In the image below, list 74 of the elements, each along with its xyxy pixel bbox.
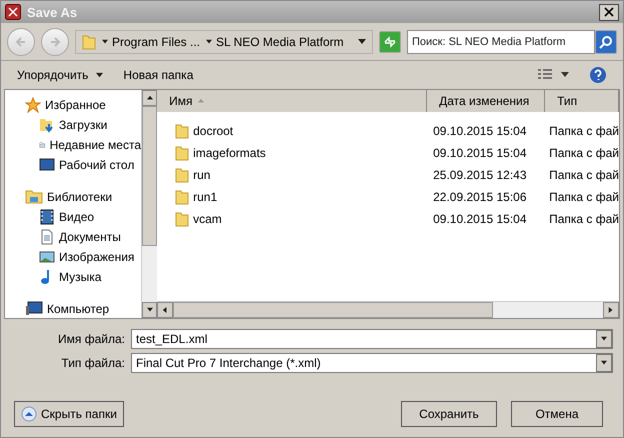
folder-icon [175, 123, 190, 139]
sort-arrow-icon [198, 98, 204, 104]
file-row[interactable]: run1 22.09.2015 15:06 Папка с фай [157, 186, 619, 208]
library-folder-icon [25, 189, 43, 205]
new-folder-button[interactable]: Новая папка [123, 66, 194, 84]
breadcrumb[interactable]: Program Files ... [102, 34, 200, 48]
caret-icon [358, 38, 366, 46]
dialog-button[interactable]: Отмена [511, 401, 603, 427]
combo-field[interactable]: test_EDL.xml [131, 329, 613, 349]
caret-icon [206, 38, 212, 44]
caret-icon [102, 38, 108, 44]
nav-item[interactable]: Видео [25, 208, 141, 226]
nav-item[interactable]: Изображения [25, 248, 141, 266]
dropdown-button[interactable] [596, 330, 612, 348]
caret-icon [601, 336, 607, 342]
field-label: Тип файла: [60, 356, 125, 370]
breadcrumb[interactable]: SL NEO Media Platform [206, 34, 344, 48]
refresh-icon [383, 36, 397, 48]
folder-icon [175, 145, 190, 161]
collapse-icon [21, 406, 37, 422]
combo-field[interactable]: Final Cut Pro 7 Interchange (*.xml) [131, 353, 613, 373]
folder-icon [175, 211, 190, 227]
file-row[interactable]: run 25.09.2015 12:43 Папка с фай [157, 164, 619, 186]
hide-folders-button[interactable]: Скрыть папки [14, 401, 124, 427]
nav-item[interactable]: Недавние места [25, 136, 141, 154]
film-icon [39, 209, 55, 225]
dialog-button[interactable]: Сохранить [401, 401, 497, 427]
computer-icon [25, 301, 43, 317]
organize-menu[interactable]: Упорядочить [17, 66, 104, 84]
nav-group[interactable]: Избранное [25, 96, 141, 114]
folder-icon [82, 34, 96, 50]
column-header[interactable]: Тип [545, 90, 619, 112]
folder-icon [175, 167, 190, 183]
search-button[interactable] [595, 30, 617, 54]
caret-icon [601, 360, 607, 366]
horizontal-scrollbar[interactable] [157, 301, 619, 318]
vertical-scrollbar[interactable] [141, 90, 158, 318]
file-row[interactable]: docroot 09.10.2015 15:04 Папка с фай [157, 120, 619, 142]
nav-item[interactable]: Музыка [25, 268, 141, 286]
app-icon [5, 4, 21, 20]
close-icon [604, 7, 614, 17]
address-bar[interactable]: Program Files ... SL NEO Media Platform [75, 30, 373, 54]
caret-icon [96, 72, 104, 78]
window-title: Save As [27, 4, 78, 20]
file-row[interactable]: imageformats 09.10.2015 15:04 Папка с фай [157, 142, 619, 164]
search-field[interactable]: Поиск: SL NEO Media Platform [407, 30, 595, 54]
nav-group[interactable]: Библиотеки [25, 188, 141, 206]
arrow-right-icon [608, 307, 614, 313]
picture-icon [39, 249, 55, 265]
nav-item[interactable]: Загрузки [25, 116, 141, 134]
search-icon [599, 34, 613, 48]
dropdown-button[interactable] [596, 354, 612, 372]
download-folder-icon [39, 117, 55, 133]
caret-icon[interactable] [561, 72, 569, 78]
help-icon[interactable] [589, 66, 607, 84]
nav-item[interactable]: Документы [25, 228, 141, 246]
arrow-down-icon [146, 307, 153, 313]
forward-arrow-icon [49, 36, 61, 48]
close-button[interactable] [599, 4, 619, 20]
document-icon [39, 229, 55, 245]
nav-group[interactable]: Компьютер [25, 300, 141, 318]
nav-item[interactable]: Рабочий стол [25, 156, 141, 174]
arrow-left-icon [162, 307, 168, 313]
field-label: Имя файла: [57, 332, 125, 346]
arrow-up-icon [146, 95, 153, 101]
view-list-icon[interactable] [537, 69, 553, 81]
desktop-icon [39, 157, 55, 173]
column-header[interactable]: Имя [157, 90, 428, 112]
back-arrow-icon [15, 36, 27, 48]
folder-icon [175, 189, 190, 205]
refresh-button[interactable] [379, 30, 401, 52]
column-header[interactable]: Дата изменения [427, 90, 546, 112]
star-icon [25, 97, 41, 113]
file-row[interactable]: vcam 09.10.2015 15:04 Папка с фай [157, 208, 619, 230]
